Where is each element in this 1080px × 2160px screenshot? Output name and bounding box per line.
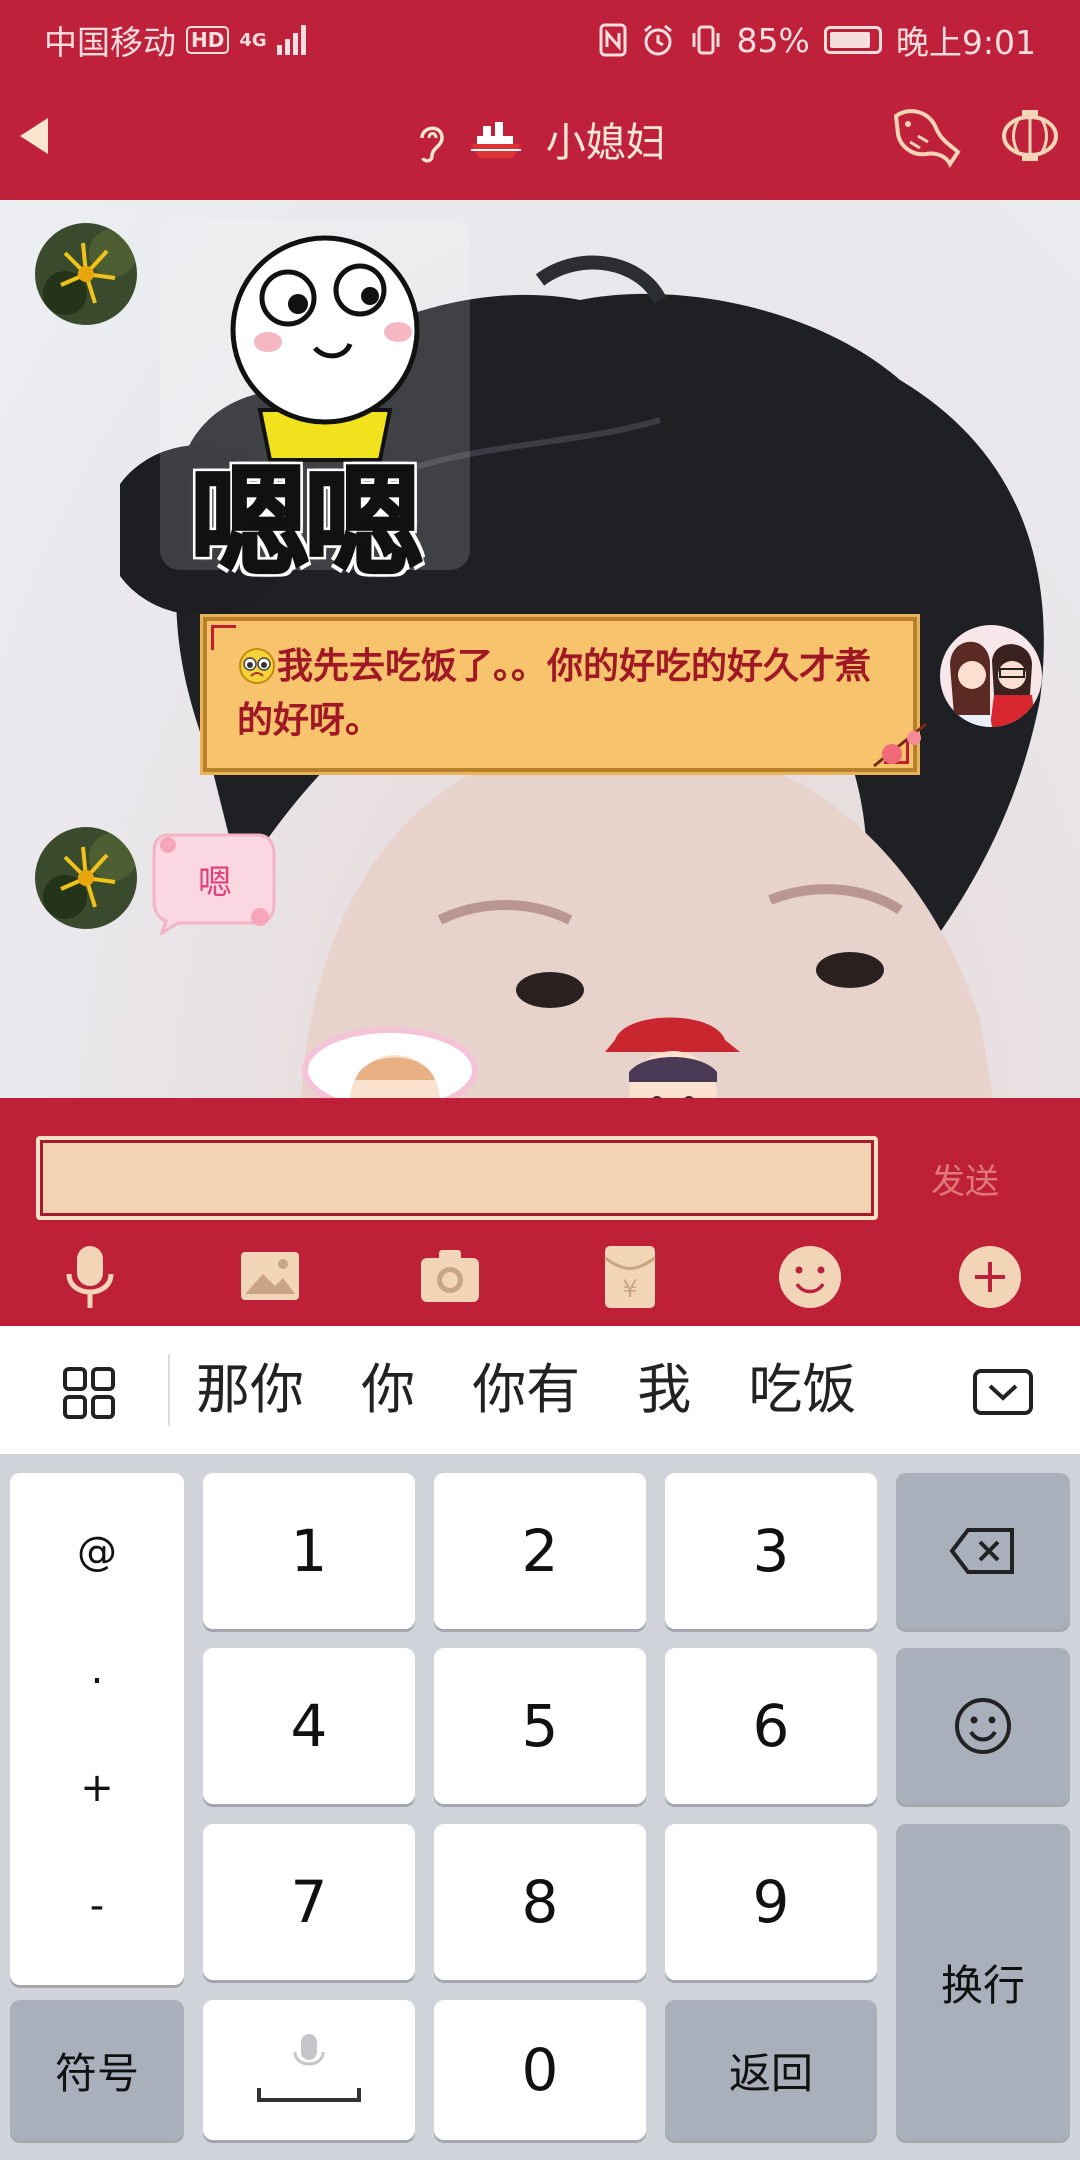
signal-icon: [276, 25, 306, 55]
key-2[interactable]: 2: [434, 1473, 646, 1629]
symbols-column[interactable]: @ . + -: [10, 1473, 184, 1985]
space-mic-icon: [257, 2034, 361, 2102]
keyboard-collapse-icon[interactable]: [972, 1368, 1034, 1416]
crying-emoji-icon: [239, 648, 275, 684]
message-input-frame[interactable]: [36, 1136, 878, 1220]
key-at[interactable]: @: [77, 1529, 117, 1575]
key-5[interactable]: 5: [434, 1648, 646, 1804]
candidate-word[interactable]: 吃饭: [722, 1326, 882, 1454]
key-emoji[interactable]: [896, 1648, 1070, 1804]
candidate-bar: 那你 你 你有 我 吃饭: [0, 1326, 1080, 1454]
key-symbols[interactable]: 符号: [10, 2000, 184, 2140]
hd-badge: HD: [186, 26, 230, 54]
key-4[interactable]: 4: [203, 1648, 415, 1804]
candidate-word[interactable]: 你: [335, 1326, 441, 1454]
key-enter[interactable]: 换行: [896, 1824, 1070, 2140]
message-body: 我先去吃饭了。。你的好吃的好久才煮的好呀。: [237, 645, 872, 741]
image-icon[interactable]: [235, 1242, 305, 1312]
key-7[interactable]: 7: [203, 1824, 415, 1980]
lantern-icon[interactable]: [1000, 108, 1060, 166]
key-1[interactable]: 1: [203, 1473, 415, 1629]
candidate-word[interactable]: 你有: [446, 1326, 606, 1454]
key-return[interactable]: 返回: [665, 2000, 877, 2140]
key-9[interactable]: 9: [665, 1824, 877, 1980]
friend-avatar[interactable]: [35, 223, 137, 325]
nfc-icon: [599, 23, 627, 57]
alarm-icon: [643, 24, 672, 56]
candidate-list: 那你 你 你有 我 吃饭: [170, 1326, 910, 1454]
vibrate-icon: [692, 25, 720, 55]
key-space[interactable]: [203, 2000, 415, 2140]
network-label: 4G: [239, 29, 267, 51]
friend-avatar[interactable]: [35, 827, 137, 929]
peeking-characters: [302, 1017, 740, 1098]
input-bar: 发送 ¥: [0, 1098, 1080, 1326]
key-minus[interactable]: -: [90, 1883, 104, 1929]
key-0[interactable]: 0: [434, 2000, 646, 2140]
battery-icon: [823, 26, 882, 54]
emoji-key-icon: [955, 1698, 1011, 1754]
numeric-keyboard: @ . + - 1 2 3 4 5 6 7 8 9 符号 0 返回 换行: [0, 1454, 1080, 2160]
key-8[interactable]: 8: [434, 1824, 646, 1980]
key-dot[interactable]: .: [91, 1647, 104, 1693]
key-plus[interactable]: +: [80, 1765, 114, 1811]
emoji-icon[interactable]: [775, 1242, 845, 1312]
ship-icon: [471, 122, 521, 158]
my-avatar[interactable]: [940, 625, 1042, 727]
svg-text:¥: ¥: [622, 1275, 637, 1303]
carrier-label: 中国移动: [44, 23, 176, 62]
sticker-bubble-text: 嗯: [198, 863, 232, 903]
message-text: 我先去吃饭了。。你的好吃的好久才煮的好呀。: [237, 639, 885, 747]
chat-area[interactable]: 嗯嗯 我先去吃饭了。。你的好吃的好久才煮的好呀。 嗯: [0, 200, 1080, 1098]
message-bubble[interactable]: 我先去吃饭了。。你的好吃的好久才煮的好呀。: [203, 617, 917, 772]
key-backspace[interactable]: [896, 1473, 1070, 1629]
fish-icon[interactable]: [890, 102, 962, 170]
message-input[interactable]: [40, 1140, 874, 1216]
candidate-word[interactable]: 我: [611, 1326, 717, 1454]
red-packet-icon[interactable]: ¥: [595, 1242, 665, 1312]
chat-title: 小媳妇: [545, 120, 666, 166]
microphone-icon[interactable]: [55, 1242, 125, 1312]
candidate-word[interactable]: 那你: [170, 1326, 330, 1454]
keyboard-menu-icon[interactable]: [62, 1366, 116, 1420]
ear-icon[interactable]: [414, 120, 448, 164]
key-3[interactable]: 3: [665, 1473, 877, 1629]
backspace-icon: [949, 1528, 1014, 1574]
sticker-caption: 嗯嗯: [189, 453, 426, 595]
battery-percent: 85%: [736, 20, 810, 60]
chat-header: 小媳妇: [0, 72, 1080, 200]
camera-icon[interactable]: [415, 1242, 485, 1312]
plum-blossom-icon: [873, 722, 927, 768]
status-bar: 中国移动 HD 4G 85% 晚上9:01: [0, 0, 1080, 72]
key-6[interactable]: 6: [665, 1648, 877, 1804]
clock: 晚上9:01: [895, 23, 1036, 62]
plus-icon[interactable]: [955, 1242, 1025, 1312]
send-button[interactable]: 发送: [900, 1154, 1030, 1203]
